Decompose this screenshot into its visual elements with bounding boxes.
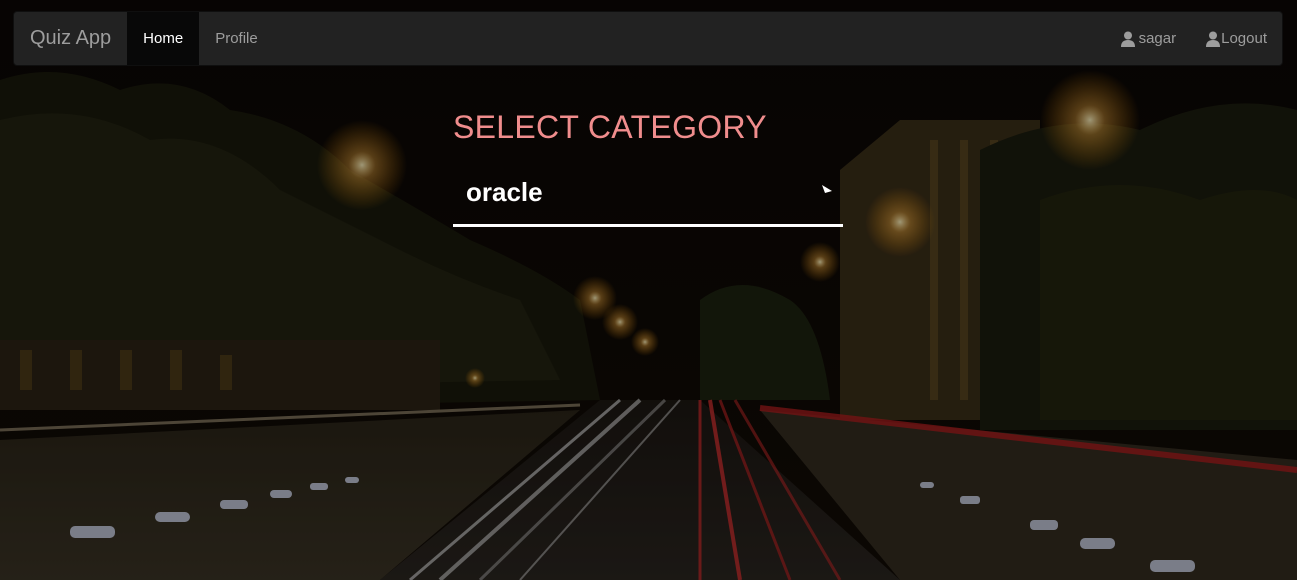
nav-user-label: sagar <box>1138 30 1177 47</box>
category-select[interactable]: oracle <box>453 165 843 227</box>
page: Quiz App Home Profile sagar Logout SELEC… <box>0 0 1297 580</box>
category-heading: SELECT CATEGORY <box>453 109 767 145</box>
nav-home-link[interactable]: Home <box>127 12 200 65</box>
category-selected-value: oracle <box>466 177 543 207</box>
dropdown-arrow-icon <box>821 184 833 196</box>
nav-logout-link[interactable]: Logout <box>1191 12 1282 65</box>
background-image <box>0 0 1297 580</box>
navbar: Quiz App Home Profile sagar Logout <box>13 11 1283 66</box>
nav-logout-label: Logout <box>1221 30 1267 47</box>
nav-links: Home Profile <box>127 12 274 65</box>
user-icon <box>1206 31 1221 47</box>
brand-link[interactable]: Quiz App <box>14 12 127 65</box>
nav-profile-link[interactable]: Profile <box>199 12 274 65</box>
nav-user-link[interactable]: sagar <box>1106 12 1192 65</box>
user-icon <box>1120 31 1135 47</box>
nav-user-area: sagar Logout <box>1106 12 1282 65</box>
